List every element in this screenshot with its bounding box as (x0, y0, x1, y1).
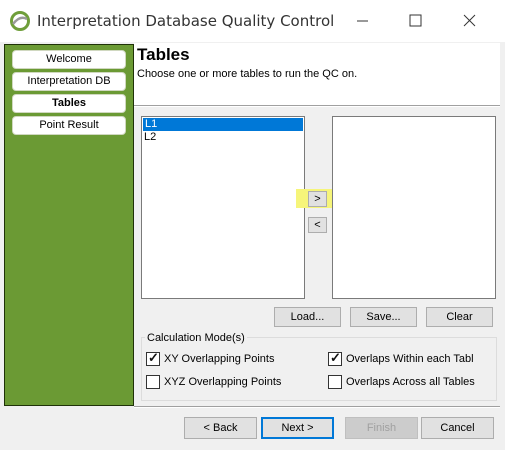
step-welcome[interactable]: Welcome (12, 50, 126, 69)
step-tables[interactable]: Tables (12, 94, 126, 113)
checkbox-label: Overlaps Across all Tables (346, 376, 475, 388)
calculation-mode-label: Calculation Mode(s) (145, 332, 247, 344)
wizard-steps-sidebar: Welcome Interpretation DB Tables Point R… (4, 44, 134, 406)
save-button[interactable]: Save... (350, 307, 417, 327)
xyz-overlapping-checkbox[interactable]: XYZ Overlapping Points (146, 375, 316, 391)
available-tables-list[interactable]: L1 L2 (141, 116, 305, 299)
maximize-icon[interactable] (402, 9, 428, 33)
footer-divider (134, 406, 500, 408)
page-subtitle: Choose one or more tables to run the QC … (137, 68, 358, 80)
step-interpretation-db[interactable]: Interpretation DB (12, 72, 126, 91)
calculation-mode-group (141, 337, 497, 401)
step-point-result[interactable]: Point Result (12, 116, 126, 135)
overlaps-across-tables-checkbox[interactable]: Overlaps Across all Tables (328, 375, 488, 391)
move-right-button[interactable]: > (308, 191, 327, 207)
checkbox-unchecked-icon[interactable] (146, 375, 160, 389)
app-logo-icon (10, 11, 30, 31)
close-icon[interactable] (456, 9, 482, 33)
window-title: Interpretation Database Quality Control (37, 12, 335, 30)
selected-tables-list[interactable] (332, 116, 496, 299)
load-button[interactable]: Load... (274, 307, 341, 327)
finish-button[interactable]: Finish (345, 417, 418, 439)
title-bar: Interpretation Database Quality Control (0, 0, 505, 42)
back-button[interactable]: < Back (184, 417, 257, 439)
page-header: Tables Choose one or more tables to run … (134, 43, 500, 105)
clear-button[interactable]: Clear (426, 307, 493, 327)
overlaps-within-table-checkbox[interactable]: ✓ Overlaps Within each Table (328, 352, 474, 368)
next-button[interactable]: Next > (261, 417, 334, 439)
move-left-button[interactable]: < (308, 217, 327, 233)
minimize-icon[interactable] (349, 9, 375, 33)
checkbox-checked-icon[interactable]: ✓ (146, 350, 160, 366)
list-item[interactable]: L2 (142, 131, 304, 144)
list-item[interactable]: L1 (143, 118, 303, 131)
page-title: Tables (137, 45, 190, 64)
checkbox-checked-icon[interactable]: ✓ (328, 352, 342, 366)
checkbox-label: XYZ Overlapping Points (164, 376, 282, 388)
checkbox-label: XY Overlapping Points (164, 353, 275, 365)
header-divider (134, 105, 500, 107)
checkbox-label: Overlaps Within each Table (346, 353, 474, 365)
cancel-button[interactable]: Cancel (421, 417, 494, 439)
xy-overlapping-checkbox[interactable]: ✓ XY Overlapping Points (146, 350, 316, 368)
checkbox-unchecked-icon[interactable] (328, 375, 342, 389)
